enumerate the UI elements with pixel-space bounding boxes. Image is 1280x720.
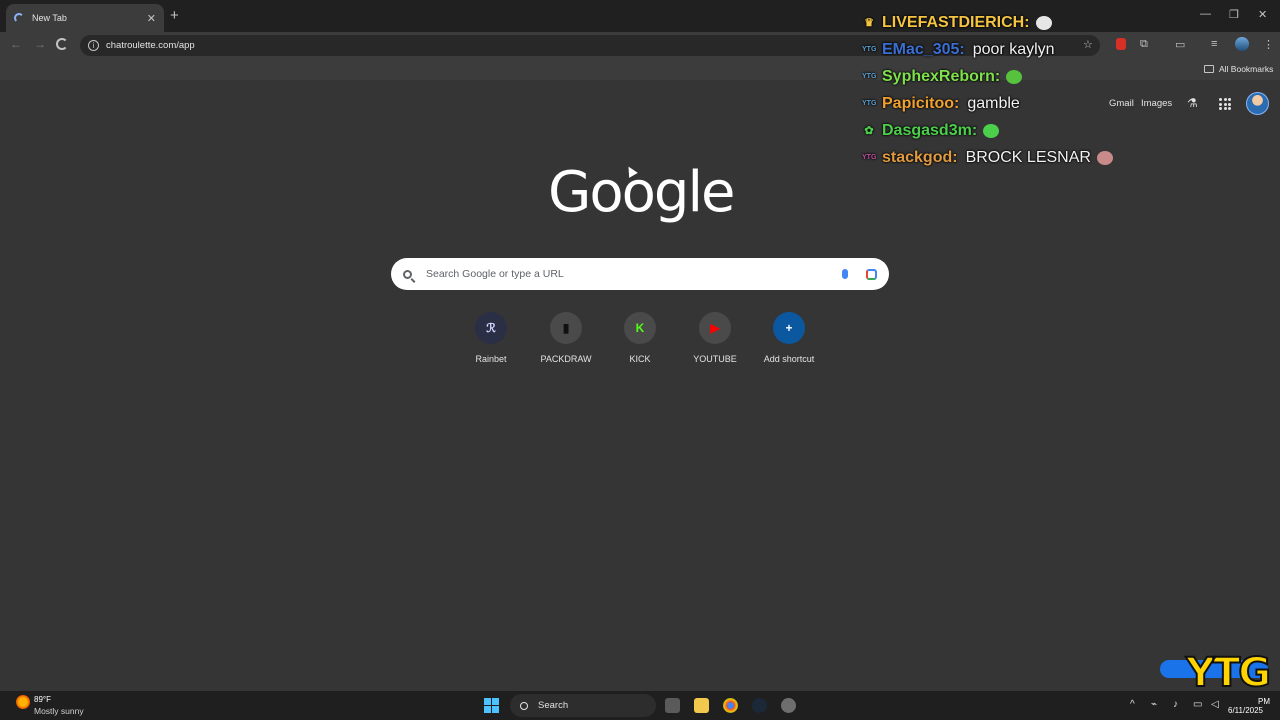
taskbar-search-label: Search bbox=[538, 700, 569, 711]
chat-username: EMac_305: bbox=[882, 41, 965, 58]
microphone-icon[interactable]: ♪ bbox=[1173, 699, 1178, 710]
chat-message: YTG stackgod: BROCK LESNAR bbox=[862, 149, 1113, 167]
chat-username: Papicitoo: bbox=[882, 95, 960, 112]
shortcut-favicon-icon: ▮ bbox=[550, 312, 582, 344]
app-taskbar-icon[interactable] bbox=[781, 698, 796, 713]
search-input[interactable] bbox=[426, 268, 842, 280]
shortcut-tile[interactable]: ℛ Rainbet bbox=[455, 312, 527, 364]
chat-username: SyphexReborn: bbox=[882, 68, 1001, 85]
shortcut-label: KICK bbox=[629, 354, 651, 364]
file-explorer-icon[interactable] bbox=[694, 698, 709, 713]
all-bookmarks-label: All Bookmarks bbox=[1219, 64, 1274, 74]
shortcut-favicon-icon: ℛ bbox=[475, 312, 507, 344]
task-view-icon[interactable] bbox=[665, 698, 680, 713]
account-avatar[interactable] bbox=[1246, 92, 1269, 115]
shortcut-tile[interactable]: K KICK bbox=[604, 312, 676, 364]
address-url[interactable]: chatroulette.com/app bbox=[106, 40, 195, 51]
recording-extension-icon[interactable] bbox=[1116, 38, 1126, 50]
shortcut-favicon-icon: ▶ bbox=[699, 312, 731, 344]
tray-chevron-icon[interactable]: ^ bbox=[1130, 699, 1135, 710]
chat-text: BROCK LESNAR bbox=[965, 149, 1091, 166]
chat-emote-icon bbox=[1035, 16, 1052, 30]
loading-spinner-icon bbox=[14, 13, 24, 23]
taskbar-date[interactable]: 6/11/2025 bbox=[1228, 706, 1263, 715]
menu-kebab-icon[interactable]: ⋮ bbox=[1263, 38, 1274, 51]
chat-message: YTG EMac_305: poor kaylyn bbox=[862, 41, 1055, 59]
chat-username: LIVEFASTDIERICH: bbox=[882, 14, 1030, 31]
stop-loading-icon[interactable] bbox=[56, 38, 68, 50]
labs-flask-icon[interactable]: ⚗ bbox=[1187, 96, 1198, 110]
apps-grid-icon[interactable] bbox=[1219, 98, 1231, 110]
volume-icon[interactable]: ◁ bbox=[1211, 699, 1219, 710]
steam-icon[interactable] bbox=[752, 698, 767, 713]
shortcut-tile[interactable]: + Add shortcut bbox=[753, 312, 825, 364]
shortcut-label: YOUTUBE bbox=[693, 354, 737, 364]
chat-username: stackgod: bbox=[882, 149, 958, 166]
chat-emote-icon bbox=[1096, 151, 1113, 165]
search-icon bbox=[403, 269, 412, 279]
voice-search-icon[interactable] bbox=[842, 269, 848, 279]
chat-message: YTG Papicitoo: gamble bbox=[862, 95, 1020, 113]
restore-button[interactable]: ❐ bbox=[1229, 8, 1239, 21]
site-info-icon[interactable]: i bbox=[88, 40, 99, 51]
chat-badge-icon: YTG bbox=[862, 154, 877, 161]
shortcut-favicon-icon: + bbox=[773, 312, 805, 344]
profile-avatar[interactable] bbox=[1235, 37, 1249, 51]
chat-emote-icon bbox=[983, 124, 1000, 138]
google-lens-icon[interactable] bbox=[866, 268, 877, 280]
media-control-icon[interactable]: ≡ bbox=[1211, 38, 1217, 50]
display-icon[interactable]: ▭ bbox=[1193, 699, 1202, 710]
browser-toolbar: ← → i chatroulette.com/app ☆ ⧉ ▭ ≡ ⋮ bbox=[0, 32, 1280, 58]
chat-message: ♛ LIVEFASTDIERICH: bbox=[862, 14, 1052, 32]
shortcut-tile[interactable]: ▮ PACKDRAW bbox=[530, 312, 602, 364]
chat-badge-icon: ♛ bbox=[864, 17, 874, 29]
taskbar-search-icon bbox=[520, 701, 528, 710]
chat-text: poor kaylyn bbox=[972, 41, 1055, 58]
weather-temperature[interactable]: 89°F bbox=[34, 695, 51, 704]
minimize-button[interactable]: — bbox=[1200, 8, 1211, 20]
close-window-button[interactable]: ✕ bbox=[1258, 8, 1267, 21]
shortcut-tile[interactable]: ▶ YOUTUBE bbox=[679, 312, 751, 364]
tab-strip: New Tab ✕ + — ❐ ✕ bbox=[0, 0, 1280, 32]
bookmarks-bar: All Bookmarks bbox=[0, 58, 1280, 80]
folder-icon bbox=[1204, 65, 1214, 73]
shortcut-label: PACKDRAW bbox=[540, 354, 592, 364]
all-bookmarks-button[interactable]: All Bookmarks bbox=[1204, 64, 1273, 74]
chrome-taskbar-icon[interactable] bbox=[723, 698, 738, 713]
google-logo: Google bbox=[548, 160, 735, 225]
tab-close-icon[interactable]: ✕ bbox=[147, 12, 156, 25]
gmail-link[interactable]: Gmail bbox=[1109, 98, 1134, 109]
chat-badge-icon: YTG bbox=[862, 100, 877, 107]
back-arrow-icon[interactable]: ← bbox=[10, 37, 22, 51]
tab-new-tab[interactable]: New Tab ✕ bbox=[6, 4, 164, 32]
windows-taskbar: 89°F Mostly sunny Search ^ ⌁ ♪ ▭ ◁ bbox=[0, 691, 1280, 720]
chat-username: Dasgasd3m: bbox=[882, 122, 978, 139]
bookmark-star-icon[interactable]: ☆ bbox=[1083, 38, 1093, 51]
chat-emote-icon bbox=[1006, 70, 1023, 84]
taskbar-time[interactable]: PM bbox=[1258, 697, 1270, 706]
forward-arrow-icon[interactable]: → bbox=[34, 37, 46, 51]
images-link[interactable]: Images bbox=[1141, 98, 1172, 109]
shortcut-favicon-icon: K bbox=[624, 312, 656, 344]
weather-sun-icon[interactable] bbox=[16, 695, 30, 709]
network-icon[interactable]: ⌁ bbox=[1151, 699, 1157, 710]
chat-badge-icon: YTG bbox=[862, 46, 877, 53]
shortcut-label: Add shortcut bbox=[763, 354, 815, 364]
chat-message: YTG SyphexReborn: bbox=[862, 68, 1023, 86]
chat-badge-icon: YTG bbox=[862, 73, 877, 80]
extensions-icon[interactable]: ⧉ bbox=[1140, 38, 1148, 51]
chat-message: ✿ Dasgasd3m: bbox=[862, 122, 1000, 140]
taskbar-search[interactable]: Search bbox=[510, 694, 656, 717]
weather-condition[interactable]: Mostly sunny bbox=[34, 706, 84, 716]
chat-text: gamble bbox=[967, 95, 1020, 112]
shortcut-label: Rainbet bbox=[475, 354, 507, 364]
new-tab-button[interactable]: + bbox=[170, 7, 179, 24]
windows-start-icon[interactable] bbox=[484, 698, 499, 713]
tab-search-icon[interactable]: ▭ bbox=[1175, 38, 1185, 51]
chat-badge-icon: ✿ bbox=[864, 125, 874, 137]
ytg-watermark: YTG bbox=[1185, 649, 1272, 697]
tab-title: New Tab bbox=[32, 13, 67, 23]
search-box[interactable] bbox=[391, 258, 889, 290]
